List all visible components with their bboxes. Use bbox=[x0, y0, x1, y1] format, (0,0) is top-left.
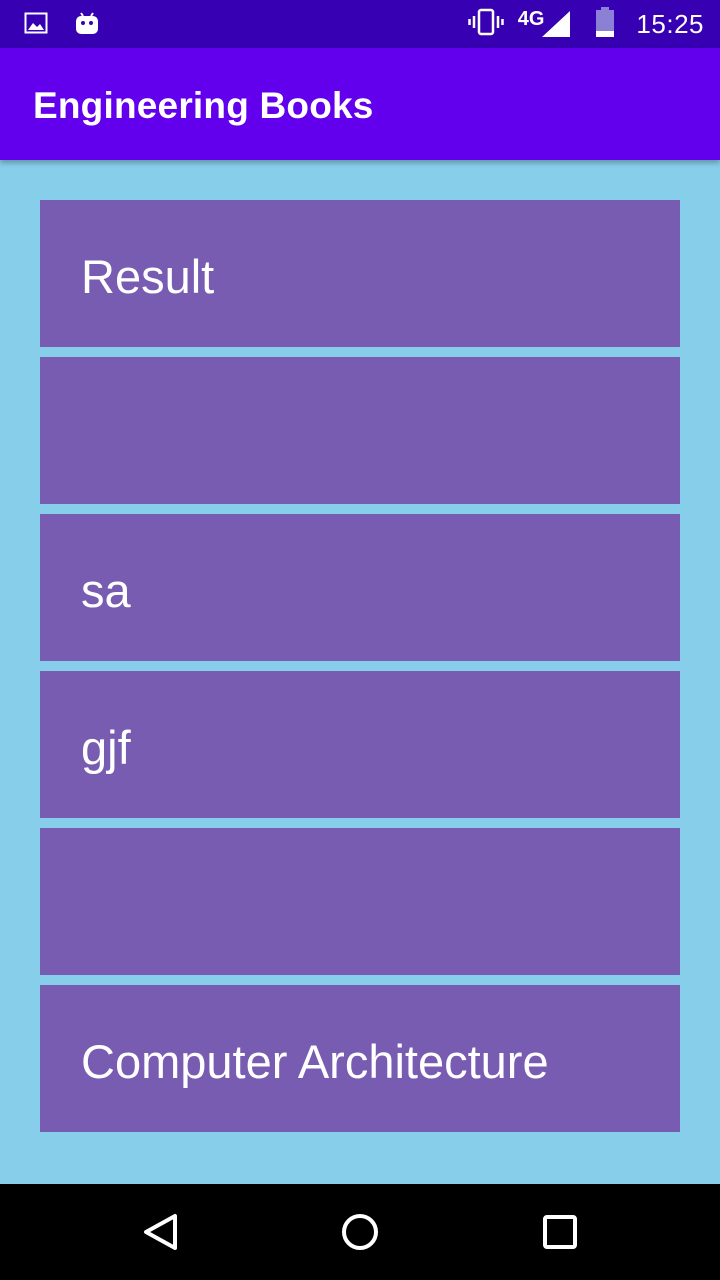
book-title: sa bbox=[81, 564, 131, 617]
book-item[interactable]: Result bbox=[40, 200, 680, 347]
android-icon bbox=[74, 10, 100, 41]
book-title: Computer Architecture bbox=[81, 1035, 549, 1088]
status-time: 15:25 bbox=[636, 8, 704, 39]
content-area: Result sa gjf Computer Architecture bbox=[0, 160, 720, 1184]
status-bar: 4G 15:25 bbox=[0, 0, 720, 48]
recents-icon[interactable] bbox=[536, 1208, 584, 1256]
book-title: gjf bbox=[81, 721, 131, 774]
book-item[interactable]: sa bbox=[40, 514, 680, 661]
book-item[interactable]: Computer Architecture bbox=[40, 985, 680, 1132]
book-item[interactable]: gjf bbox=[40, 671, 680, 818]
book-item[interactable] bbox=[40, 828, 680, 975]
book-item[interactable] bbox=[40, 357, 680, 504]
battery-icon bbox=[596, 6, 615, 42]
signal-icon bbox=[540, 9, 572, 44]
navigation-bar bbox=[0, 1184, 720, 1280]
app-title: Engineering Books bbox=[33, 85, 374, 126]
app-bar: Engineering Books bbox=[0, 48, 720, 160]
book-list: Result sa gjf Computer Architecture bbox=[40, 200, 680, 1142]
home-icon[interactable] bbox=[336, 1208, 384, 1256]
vibrate-icon bbox=[467, 8, 504, 41]
book-title: Result bbox=[81, 250, 215, 303]
image-icon bbox=[24, 11, 48, 40]
back-icon[interactable] bbox=[136, 1208, 184, 1256]
